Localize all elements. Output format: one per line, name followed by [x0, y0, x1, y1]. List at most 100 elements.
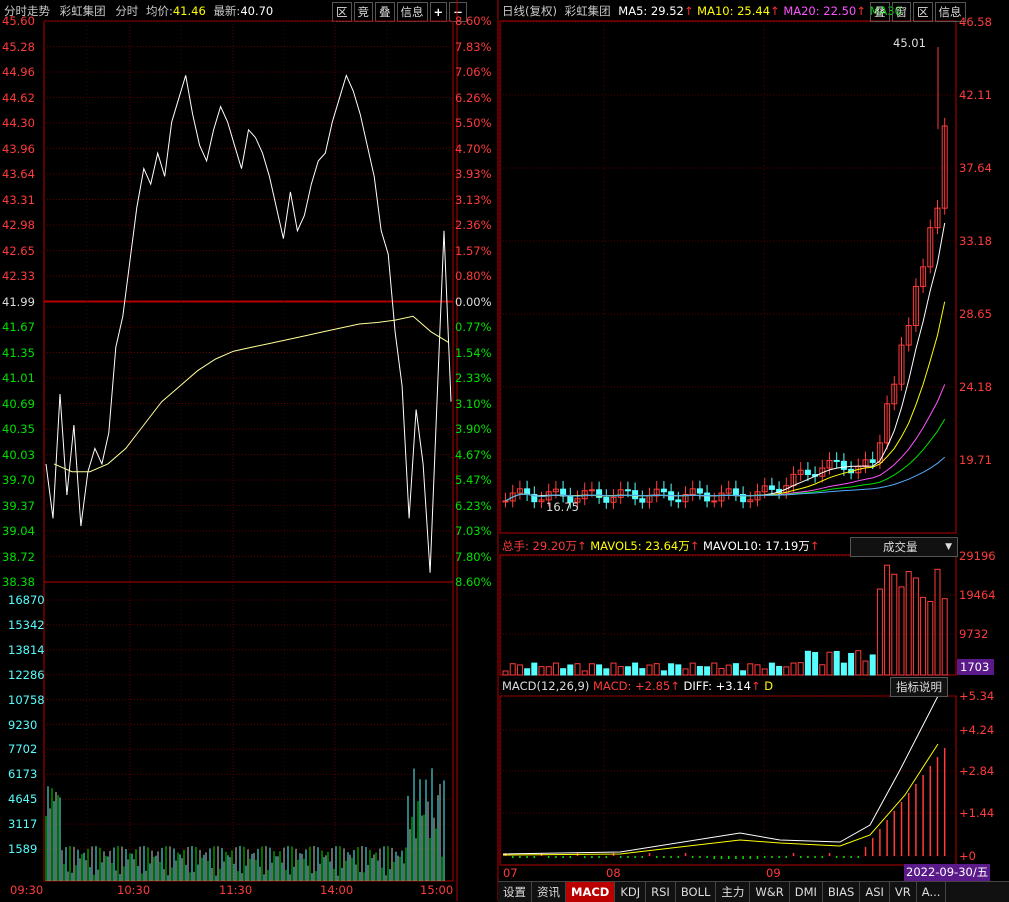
tab-wr[interactable]: W&R: [750, 882, 789, 902]
price-tick: 44.96: [2, 65, 35, 79]
tab-boll[interactable]: BOLL: [676, 882, 717, 902]
price-tick: 44.30: [2, 116, 35, 130]
macd-value: MACD: +2.85: [593, 679, 670, 693]
percent-tick: 8.60%: [455, 575, 492, 589]
macd-tick: +4.24: [959, 723, 994, 737]
percent-tick: 7.03%: [455, 524, 492, 538]
chart-canvas: [0, 0, 1009, 901]
time-tick: 09:30: [10, 883, 43, 897]
price-tick: 41.67: [2, 320, 35, 334]
macd-tick: +1.44: [959, 806, 994, 820]
daily-volume-tick: 9732: [959, 627, 988, 641]
ma5-value: MA5: 29.52: [618, 4, 684, 18]
percent-tick: 0.80%: [455, 269, 492, 283]
indicator-tabs: 设置 资讯 MACD KDJ RSI BOLL 主力 W&R DMI BIAS ASI VR A...: [498, 881, 1009, 902]
daily-volume-tick: 19464: [959, 588, 996, 602]
macd-tick: +2.84: [959, 764, 994, 778]
percent-tick: 3.13%: [455, 193, 492, 207]
percent-tick: 8.60%: [455, 14, 492, 28]
intraday-grid: [44, 0, 498, 901]
volume-tick: 6173: [8, 767, 37, 781]
percent-tick: 3.93%: [455, 167, 492, 181]
intraday-avg-line: [54, 316, 449, 471]
daily-label: 日线(复权): [502, 4, 557, 18]
indicator-dropdown[interactable]: 成交量 ▼: [850, 537, 958, 557]
percent-tick: 6.23%: [455, 499, 492, 513]
tab-asi[interactable]: ASI: [860, 882, 890, 902]
percent-tick: 7.80%: [455, 550, 492, 564]
indicator-help-button[interactable]: 指标说明: [890, 677, 948, 697]
price-tick: 39.37: [2, 499, 35, 513]
date-badge: 2022-09-30/五: [904, 864, 990, 881]
daily-price-tick: 46.58: [959, 15, 992, 29]
mavol10: MAVOL10: 17.19万: [703, 539, 810, 553]
daily-overlay-button[interactable]: 叠: [870, 2, 890, 22]
candlesticks: [503, 47, 947, 509]
tab-kdj[interactable]: KDJ: [615, 882, 646, 902]
price-tick: 40.69: [2, 397, 35, 411]
tab-dmi[interactable]: DMI: [790, 882, 823, 902]
volume-tick: 1589: [8, 842, 37, 856]
percent-tick: 6.26%: [455, 91, 492, 105]
price-tick: 41.99: [2, 295, 35, 309]
tab-vr[interactable]: VR: [890, 882, 917, 902]
macd-tick: +0: [959, 849, 976, 863]
price-tick: 43.96: [2, 142, 35, 156]
price-tick: 42.98: [2, 218, 35, 232]
high-price-label: 45.01: [893, 36, 926, 50]
daily-volume-bars: [503, 565, 947, 675]
low-price-label: 16.75: [546, 500, 579, 514]
stock-app: 分时走势 彩虹集团 分时 均价:41.46 最新:40.70 区竞叠信息 + − 4…: [0, 0, 1009, 901]
volume-tick: 9230: [8, 718, 37, 732]
window-button[interactable]: 窗: [892, 2, 912, 22]
price-tick: 41.01: [2, 371, 35, 385]
price-tick: 40.35: [2, 422, 35, 436]
daily-zone-button[interactable]: 区: [913, 2, 933, 22]
time-tick: 14:00: [320, 883, 353, 897]
ma20-value: MA20: 22.50: [783, 4, 856, 18]
daily-price-tick: 33.18: [959, 234, 992, 248]
daily-volume-tick: 29196: [959, 549, 996, 563]
volume-tick: 4645: [8, 792, 37, 806]
price-tick: 38.72: [2, 550, 35, 564]
percent-tick: 0.77%: [455, 320, 492, 334]
daily-price-tick: 42.11: [959, 88, 992, 102]
percent-tick: 1.54%: [455, 346, 492, 360]
month-tick: 07: [503, 866, 518, 880]
volume-tick: 12286: [8, 668, 45, 682]
tab-news[interactable]: 资讯: [532, 882, 566, 902]
dea-value: D: [764, 679, 773, 693]
mavol5: MAVOL5: 23.64万: [590, 539, 689, 553]
daily-stock-name: 彩虹集团: [565, 4, 611, 18]
percent-tick: 7.06%: [455, 65, 492, 79]
price-tick: 38.38: [2, 575, 35, 589]
price-tick: 45.60: [2, 14, 35, 28]
time-tick: 11:30: [219, 883, 252, 897]
ma10-value: MA10: 25.44: [697, 4, 770, 18]
volume-tick: 15342: [8, 618, 45, 632]
tab-macd[interactable]: MACD: [566, 882, 615, 902]
volume-tick: 13814: [8, 643, 45, 657]
percent-tick: 2.36%: [455, 218, 492, 232]
price-tick: 39.04: [2, 524, 35, 538]
month-tick: 09: [766, 866, 781, 880]
macd-indicator: [503, 696, 945, 859]
tab-bias[interactable]: BIAS: [823, 882, 860, 902]
daily-toolbar: 叠窗区信息: [868, 1, 966, 23]
percent-tick: 4.67%: [455, 448, 492, 462]
tab-settings[interactable]: 设置: [498, 882, 532, 902]
tab-main-force[interactable]: 主力: [716, 882, 750, 902]
price-tick: 41.35: [2, 346, 35, 360]
price-tick: 43.31: [2, 193, 35, 207]
volume-header: 总手: 29.20万↑ MAVOL5: 23.64万↑ MAVOL10: 17.…: [502, 535, 819, 557]
price-tick: 43.64: [2, 167, 35, 181]
daily-price-tick: 28.65: [959, 307, 992, 321]
price-tick: 45.28: [2, 40, 35, 54]
volume-tick: 7702: [8, 742, 37, 756]
macd-title: MACD(12,26,9): [502, 679, 589, 693]
volume-current-badge: 1703: [957, 659, 994, 675]
tab-rsi[interactable]: RSI: [646, 882, 676, 902]
macd-tick: +5.34: [959, 689, 994, 703]
tab-more[interactable]: A...: [917, 882, 947, 902]
daily-price-tick: 37.64: [959, 161, 992, 175]
